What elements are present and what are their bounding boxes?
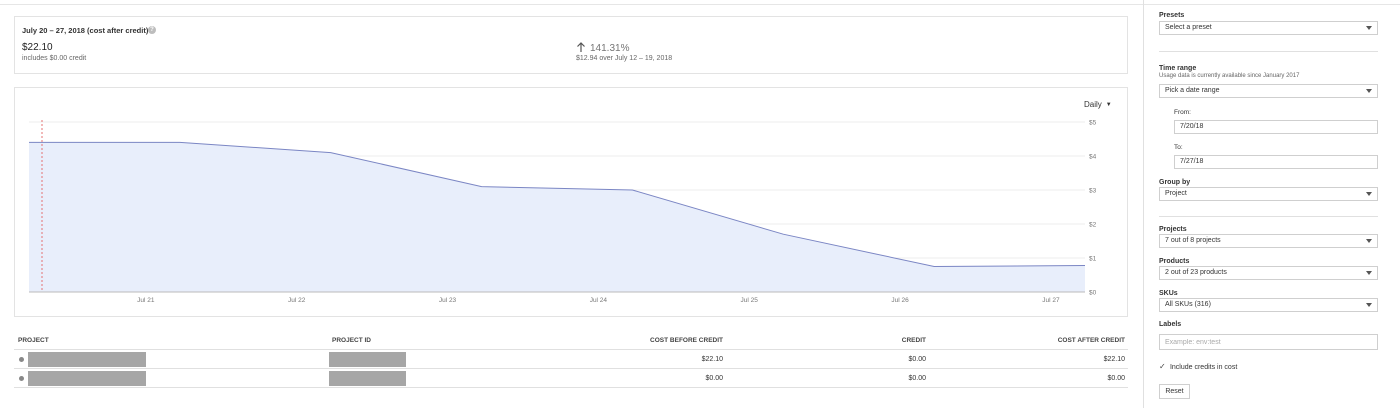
products-select[interactable]: 2 out of 23 products bbox=[1159, 266, 1378, 280]
divider bbox=[1159, 216, 1378, 217]
presets-label: Presets bbox=[1159, 12, 1185, 19]
dropdown-arrow-icon bbox=[1366, 26, 1372, 30]
dropdown-arrow-icon bbox=[1366, 239, 1372, 243]
cost-change: 141.31% bbox=[576, 42, 629, 54]
cell-cost-after-credit: $22.10 bbox=[1103, 356, 1125, 363]
presets-select[interactable]: Select a preset bbox=[1159, 21, 1378, 35]
include-credits-label: Include credits in cost bbox=[1169, 364, 1238, 371]
cell-credit: $0.00 bbox=[908, 356, 926, 363]
x-tick-label: Jul 23 bbox=[439, 297, 457, 304]
cell-cost-before-credit: $0.00 bbox=[705, 375, 723, 382]
projects-label: Projects bbox=[1159, 226, 1187, 233]
total-cost: $22.10 bbox=[22, 42, 53, 53]
group-by-label: Group by bbox=[1159, 179, 1191, 186]
products-label: Products bbox=[1159, 258, 1190, 265]
report-main: July 20 – 27, 2018 (cost after credit) ?… bbox=[0, 0, 1143, 408]
products-value: 2 out of 23 products bbox=[1165, 269, 1227, 276]
table-row[interactable]: $22.10 $0.00 $22.10 bbox=[14, 350, 1128, 369]
time-range-label: Time range bbox=[1159, 65, 1197, 72]
presets-value: Select a preset bbox=[1165, 24, 1212, 31]
time-range-select[interactable]: Pick a date range bbox=[1159, 84, 1378, 98]
table-header: PROJECT PROJECT ID COST BEFORE CREDIT CR… bbox=[14, 333, 1128, 350]
y-tick-label: $0 bbox=[1089, 290, 1097, 297]
change-percent: 141.31% bbox=[590, 43, 630, 54]
redacted-project-name bbox=[28, 352, 146, 367]
col-project[interactable]: PROJECT bbox=[18, 337, 49, 344]
projects-select[interactable]: 7 out of 8 projects bbox=[1159, 234, 1378, 248]
cell-credit: $0.00 bbox=[908, 375, 926, 382]
checkmark-icon: ✓ bbox=[1159, 362, 1166, 371]
dropdown-arrow-icon bbox=[1366, 303, 1372, 307]
x-tick-label: Jul 22 bbox=[288, 297, 306, 304]
skus-label: SKUs bbox=[1159, 290, 1178, 297]
y-tick-label: $2 bbox=[1089, 222, 1097, 229]
from-label: From: bbox=[1174, 109, 1191, 116]
time-range-value: Pick a date range bbox=[1165, 87, 1220, 94]
labels-input[interactable] bbox=[1159, 334, 1378, 350]
col-project-id[interactable]: PROJECT ID bbox=[332, 337, 371, 344]
skus-value: All SKUs (316) bbox=[1165, 301, 1211, 308]
filters-sidebar: Presets Select a preset Time range Usage… bbox=[1143, 0, 1400, 408]
comparison-text: $12.94 over July 12 – 19, 2018 bbox=[576, 55, 673, 62]
y-tick-label: $4 bbox=[1089, 154, 1097, 161]
redacted-project-id bbox=[329, 352, 406, 367]
x-tick-label: Jul 26 bbox=[891, 297, 909, 304]
credit-note: includes $0.00 credit bbox=[22, 55, 87, 62]
table-row[interactable]: $0.00 $0.00 $0.00 bbox=[14, 369, 1128, 388]
series-area bbox=[29, 142, 1085, 292]
x-tick-label: Jul 24 bbox=[590, 297, 608, 304]
col-cost-before-credit[interactable]: COST BEFORE CREDIT bbox=[650, 337, 723, 344]
cell-cost-before-credit: $22.10 bbox=[701, 356, 723, 363]
caret-down-icon: ▼ bbox=[1105, 102, 1112, 108]
redacted-project-name bbox=[28, 371, 146, 386]
cell-cost-after-credit: $0.00 bbox=[1107, 375, 1125, 382]
skus-select[interactable]: All SKUs (316) bbox=[1159, 298, 1378, 312]
include-credits-checkbox[interactable]: ✓ Include credits in cost bbox=[1159, 362, 1237, 371]
x-tick-label: Jul 25 bbox=[741, 297, 759, 304]
from-date-field[interactable]: 7/20/18 bbox=[1174, 120, 1378, 134]
group-by-select[interactable]: Project bbox=[1159, 187, 1378, 201]
help-icon[interactable]: ? bbox=[148, 26, 156, 34]
summary-title: July 20 – 27, 2018 (cost after credit) bbox=[22, 26, 149, 35]
divider bbox=[1159, 51, 1378, 52]
series-dot bbox=[19, 357, 24, 362]
projects-value: 7 out of 8 projects bbox=[1165, 237, 1221, 244]
x-tick-label: Jul 27 bbox=[1042, 297, 1060, 304]
reset-button[interactable]: Reset bbox=[1159, 384, 1190, 399]
project-table: PROJECT PROJECT ID COST BEFORE CREDIT CR… bbox=[14, 333, 1128, 388]
group-by-value: Project bbox=[1165, 190, 1187, 197]
series-dot bbox=[19, 376, 24, 381]
dropdown-arrow-icon bbox=[1366, 89, 1372, 93]
y-tick-label: $3 bbox=[1089, 188, 1097, 195]
summary-card: July 20 – 27, 2018 (cost after credit) ?… bbox=[14, 16, 1128, 74]
time-range-note: Usage data is currently available since … bbox=[1159, 73, 1300, 79]
dropdown-arrow-icon bbox=[1366, 271, 1372, 275]
to-label: To: bbox=[1174, 144, 1183, 151]
period-dropdown[interactable]: Daily ▼ bbox=[1084, 100, 1112, 109]
period-label: Daily bbox=[1084, 100, 1102, 109]
col-credit[interactable]: CREDIT bbox=[902, 337, 926, 344]
redacted-project-id bbox=[329, 371, 406, 386]
y-tick-label: $5 bbox=[1089, 120, 1097, 127]
arrow-up-icon bbox=[577, 42, 585, 52]
chart-card: $0 $1 $2 $3 $4 $5 Jul 21 Jul 22 Jul 23 Jul 24 Jul … bbox=[14, 87, 1128, 317]
to-date-field[interactable]: 7/27/18 bbox=[1174, 155, 1378, 169]
y-tick-label: $1 bbox=[1089, 256, 1097, 263]
labels-label: Labels bbox=[1159, 321, 1182, 328]
col-cost-after-credit[interactable]: COST AFTER CREDIT bbox=[1058, 337, 1125, 344]
cost-chart: $0 $1 $2 $3 $4 $5 Jul 21 Jul 22 Jul 23 Jul 24 Jul … bbox=[29, 120, 1097, 304]
x-tick-label: Jul 21 bbox=[137, 297, 155, 304]
dropdown-arrow-icon bbox=[1366, 192, 1372, 196]
